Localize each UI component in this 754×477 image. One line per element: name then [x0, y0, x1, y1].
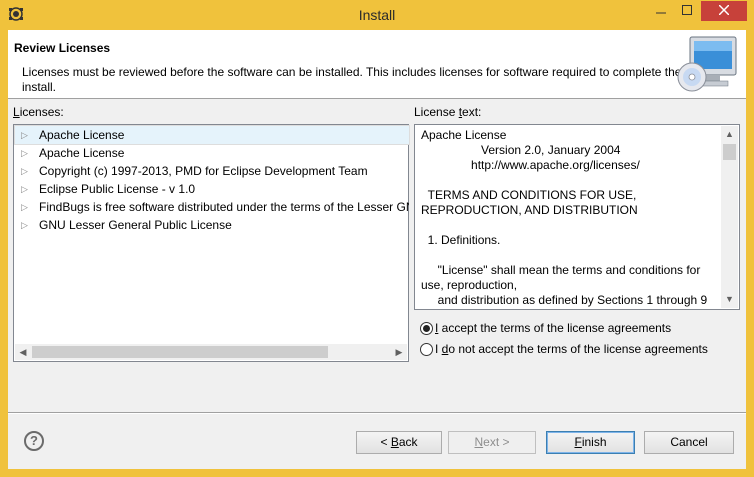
tree-item-label: Eclipse Public License - v 1.0 [39, 182, 196, 196]
window-title: Install [358, 7, 396, 23]
tree-item-license[interactable]: ▷ Copyright (c) 1997-2013, PMD for Eclip… [15, 162, 409, 180]
license-text-line: 1. Definitions. [421, 233, 501, 247]
close-icon [718, 4, 730, 18]
expand-arrow-icon[interactable]: ▷ [21, 162, 28, 180]
license-text-area[interactable]: Apache License Version 2.0, January 2004… [414, 124, 740, 310]
close-button[interactable] [701, 1, 747, 21]
tree-item-label: FindBugs is free software distributed un… [39, 200, 409, 214]
radio-button-unchecked[interactable] [420, 342, 433, 356]
tree-item-label: Apache License [39, 128, 125, 142]
accept-radio-option[interactable]: I accept the terms of the license agreem… [420, 319, 671, 337]
scroll-right-icon[interactable]: ▶ [391, 344, 407, 360]
help-icon[interactable]: ? [24, 431, 44, 451]
license-text-line: TERMS AND CONDITIONS FOR USE, REPRODUCTI… [421, 188, 640, 217]
license-text-line: http://www.apache.org/licenses/ [421, 158, 640, 172]
license-text-line [421, 248, 719, 263]
license-text-line: and distribution as defined by Sections … [421, 293, 708, 307]
tree-item-label: Copyright (c) 1997-2013, PMD for Eclipse… [39, 164, 368, 178]
maximize-icon [682, 4, 692, 18]
expand-arrow-icon[interactable]: ▷ [21, 216, 28, 234]
cancel-button[interactable]: Cancel [644, 431, 734, 454]
page-description: Licenses must be reviewed before the sof… [22, 65, 682, 94]
computer-cd-icon [676, 33, 742, 95]
license-text-content: Apache License Version 2.0, January 2004… [421, 128, 719, 308]
page-title: Review Licenses [14, 41, 111, 55]
next-button[interactable]: Next > [448, 431, 536, 454]
tree-item-license[interactable]: ▷ FindBugs is free software distributed … [15, 198, 409, 216]
tree-item-license[interactable]: ▷ Apache License [14, 125, 410, 145]
license-text-line [421, 173, 719, 188]
title-bar: Install [0, 0, 754, 30]
maximize-button[interactable] [674, 1, 700, 21]
accept-radio-label: I accept the terms of the license agreem… [435, 321, 672, 335]
tree-item-license[interactable]: ▷ Eclipse Public License - v 1.0 [15, 180, 409, 198]
horizontal-scrollbar[interactable]: ◀ ▶ [15, 344, 407, 360]
license-text-line: Apache License [421, 128, 507, 142]
dialog-content: Review Licenses Licenses must be reviewe… [8, 30, 746, 469]
license-text-label: License text: [414, 105, 482, 119]
scroll-up-icon[interactable]: ▲ [721, 126, 738, 143]
licenses-label: Licenses: [13, 105, 64, 119]
scroll-thumb[interactable] [723, 144, 736, 160]
license-text-line: "License" shall mean the terms and condi… [421, 263, 704, 292]
back-button[interactable]: < Back [356, 431, 442, 454]
expand-arrow-icon[interactable]: ▷ [21, 198, 28, 216]
expand-arrow-icon[interactable]: ▷ [21, 144, 28, 162]
expand-arrow-icon[interactable]: ▷ [21, 126, 28, 144]
scroll-left-icon[interactable]: ◀ [15, 344, 31, 360]
tree-item-license[interactable]: ▷ Apache License [15, 144, 409, 162]
separator [8, 412, 746, 414]
license-text-line: Version 2.0, January 2004 [421, 143, 621, 157]
finish-button[interactable]: Finish [546, 431, 635, 454]
scroll-down-icon[interactable]: ▼ [721, 291, 738, 308]
scroll-thumb[interactable] [32, 346, 328, 358]
install-dialog: Install Review Licenses Licenses must be… [0, 0, 754, 477]
license-text-line [421, 218, 719, 233]
minimize-icon [656, 4, 666, 18]
licenses-tree[interactable]: ▷ Apache License ▷ Apache License ▷ Copy… [13, 124, 410, 362]
decline-radio-label: I do not accept the terms of the license… [435, 342, 708, 356]
wizard-banner: Review Licenses Licenses must be reviewe… [8, 30, 746, 99]
vertical-scrollbar[interactable]: ▲ ▼ [721, 126, 738, 308]
minimize-button[interactable] [648, 1, 674, 21]
tree-item-label: Apache License [39, 146, 125, 160]
tree-item-license[interactable]: ▷ GNU Lesser General Public License [15, 216, 409, 234]
expand-arrow-icon[interactable]: ▷ [21, 180, 28, 198]
tree-item-label: GNU Lesser General Public License [39, 218, 232, 232]
radio-button-checked[interactable] [420, 321, 433, 335]
decline-radio-option[interactable]: I do not accept the terms of the license… [420, 340, 708, 358]
